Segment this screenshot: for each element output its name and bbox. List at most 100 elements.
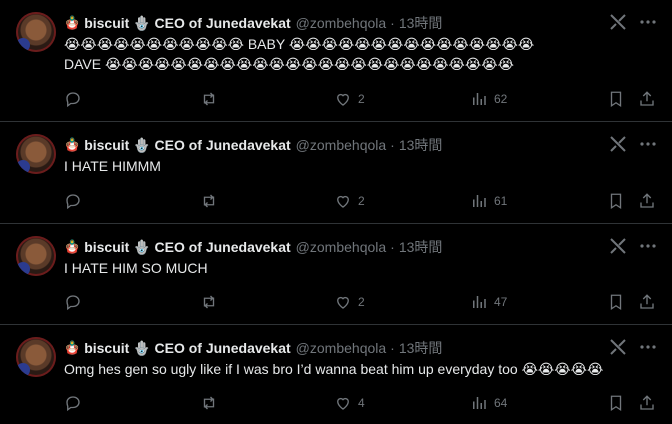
grok-icon[interactable] [608,236,628,256]
views-button[interactable]: 62 [470,89,507,109]
reply-icon [66,92,80,108]
tweet[interactable]: 🪆 biscuit 🪬 CEO of Junedavekat @zombehqo… [0,122,672,224]
avatar[interactable] [16,12,56,52]
avatar[interactable] [16,236,56,276]
tweet-actions: 4 64 [64,393,660,413]
tweet[interactable]: 🪆 biscuit 🪬 CEO of Junedavekat @zombehqo… [0,0,672,122]
grok-icon[interactable] [608,337,628,357]
tweet-actions: 2 47 [64,292,660,312]
repost-button[interactable] [200,292,224,312]
bookmark-button[interactable] [607,292,625,312]
reply-icon [66,194,80,210]
share-icon [640,294,654,309]
more-icon[interactable] [638,134,658,154]
repost-button[interactable] [200,89,224,109]
separator: · [390,239,395,255]
like-button[interactable]: 2 [334,89,365,109]
views-button[interactable]: 64 [470,393,507,413]
share-icon [640,91,654,106]
heart-icon [337,93,349,106]
view-count: 61 [494,194,508,208]
tweet-text: I HATE HIM SO MUCH [64,260,208,276]
reply-icon [66,396,80,412]
name-emoji: 🪆 [64,239,81,254]
timestamp[interactable]: 13時間 [399,14,443,32]
bookmark-button[interactable] [607,89,625,109]
tweet-actions: 2 61 [64,191,660,211]
name-emoji: 🪆 [64,15,81,30]
separator: · [390,137,395,153]
view-count: 47 [494,295,508,309]
author-name[interactable]: biscuit 🪬 CEO of Junedavekat [84,339,290,357]
like-button[interactable]: 4 [334,393,365,413]
author-handle[interactable]: @zombehqola [296,238,387,256]
heart-icon [337,195,349,208]
name-emoji: 🪆 [64,137,81,152]
bookmark-icon [610,91,622,108]
tweet[interactable]: 🪆 biscuit 🪬 CEO of Junedavekat @zombehqo… [0,224,672,325]
bookmark-button[interactable] [607,191,625,211]
reply-button[interactable] [64,191,88,211]
like-count: 2 [358,295,365,309]
reply-icon [66,295,80,311]
timestamp[interactable]: 13時間 [399,339,443,357]
author-handle[interactable]: @zombehqola [296,14,387,32]
timestamp[interactable]: 13時間 [399,238,443,256]
repost-button[interactable] [200,191,224,211]
author-name[interactable]: biscuit 🪬 CEO of Junedavekat [84,136,290,154]
repost-button[interactable] [200,393,224,413]
tweet-header: 🪆 biscuit 🪬 CEO of Junedavekat @zombehqo… [64,339,442,357]
reply-button[interactable] [64,292,88,312]
repost-icon [203,92,215,106]
views-chart-icon [473,93,486,105]
reply-button[interactable] [64,89,88,109]
more-icon[interactable] [638,337,658,357]
heart-icon [337,397,349,410]
more-icon[interactable] [638,12,658,32]
repost-icon [203,396,215,410]
heart-icon [337,296,349,309]
like-count: 2 [358,92,365,106]
timeline-feed: 🪆 biscuit 🪬 CEO of Junedavekat @zombehqo… [0,0,672,424]
tweet-text: 😭😭😭😭😭😭😭😭😭😭😭 BABY 😭😭😭😭😭😭😭😭😭😭😭😭😭😭😭 DAVE 😭😭… [64,36,535,72]
repost-icon [203,295,215,309]
share-button[interactable] [638,191,656,211]
more-icon[interactable] [638,236,658,256]
avatar[interactable] [16,134,56,174]
like-count: 4 [358,396,365,410]
share-button[interactable] [638,292,656,312]
view-count: 64 [494,396,508,410]
bookmark-icon [610,395,622,412]
views-chart-icon [473,397,486,409]
tweet-text: I HATE HIMMM [64,158,161,174]
tweet-header: 🪆 biscuit 🪬 CEO of Junedavekat @zombehqo… [64,136,442,154]
like-button[interactable]: 2 [334,191,365,211]
repost-icon [203,194,215,208]
share-icon [640,395,654,410]
bookmark-button[interactable] [607,393,625,413]
separator: · [390,15,395,31]
name-emoji: 🪆 [64,340,81,355]
timestamp[interactable]: 13時間 [399,136,443,154]
author-name[interactable]: biscuit 🪬 CEO of Junedavekat [84,14,290,32]
author-handle[interactable]: @zombehqola [296,136,387,154]
tweet[interactable]: 🪆 biscuit 🪬 CEO of Junedavekat @zombehqo… [0,325,672,424]
like-count: 2 [358,194,365,208]
separator: · [390,340,395,356]
share-button[interactable] [638,393,656,413]
tweet-header: 🪆 biscuit 🪬 CEO of Junedavekat @zombehqo… [64,238,442,256]
grok-icon[interactable] [608,134,628,154]
views-button[interactable]: 47 [470,292,507,312]
author-handle[interactable]: @zombehqola [296,339,387,357]
grok-icon[interactable] [608,12,628,32]
bookmark-icon [610,294,622,311]
bookmark-icon [610,193,622,210]
avatar[interactable] [16,337,56,377]
share-button[interactable] [638,89,656,109]
views-chart-icon [473,195,486,207]
reply-button[interactable] [64,393,88,413]
author-name[interactable]: biscuit 🪬 CEO of Junedavekat [84,238,290,256]
like-button[interactable]: 2 [334,292,365,312]
views-button[interactable]: 61 [470,191,507,211]
tweet-actions: 2 62 [64,89,660,109]
